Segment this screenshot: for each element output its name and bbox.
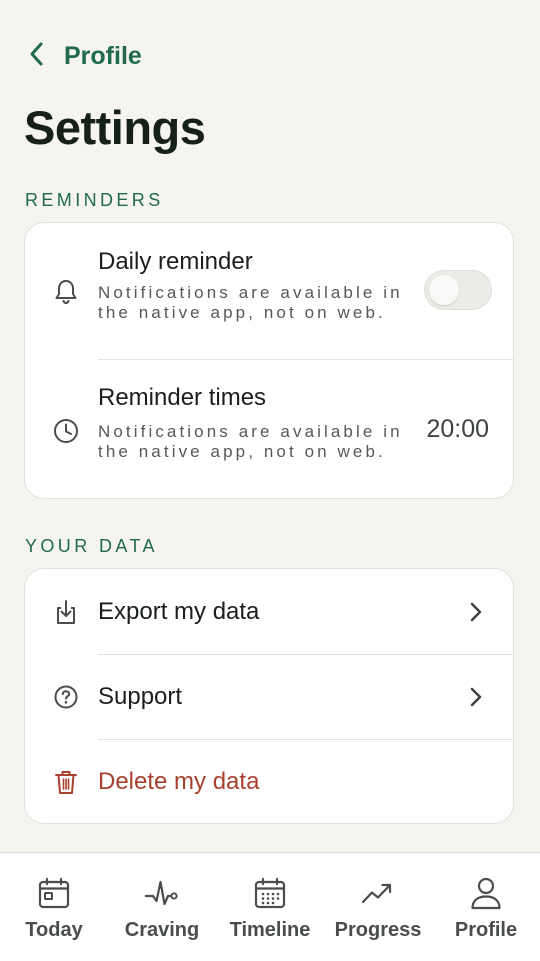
section-label-your-data: YOUR DATA	[25, 536, 158, 556]
reminder-time-value[interactable]: 20:00	[426, 415, 489, 444]
reminder-times-subtitle: Notifications are available in the nativ…	[98, 422, 403, 461]
tab-label: Progress	[334, 919, 422, 941]
tab-label: Today	[25, 919, 83, 941]
section-label-reminders: REMINDERS	[25, 190, 164, 210]
bottom-tab-bar: Today Craving Timeline Progress Profile	[0, 852, 540, 961]
daily-reminder-subtitle: Notifications are available in the nativ…	[98, 283, 403, 322]
clock-icon	[51, 416, 81, 446]
chevron-left-icon	[26, 40, 48, 73]
reminders-card: Daily reminder Notifications are availab…	[24, 222, 514, 499]
activity-pulse-icon	[144, 875, 180, 911]
trending-up-icon	[360, 875, 396, 911]
back-label: Profile	[64, 41, 142, 70]
tab-today[interactable]: Today	[0, 853, 108, 961]
support-label: Support	[98, 683, 183, 710]
calendar-today-icon	[36, 875, 72, 911]
reminder-times-row[interactable]: Reminder times Notifications are availab…	[25, 360, 513, 498]
tab-label: Timeline	[229, 919, 311, 941]
tab-profile[interactable]: Profile	[432, 853, 540, 961]
delete-data-label: Delete my data	[98, 768, 260, 795]
tab-timeline[interactable]: Timeline	[216, 853, 324, 961]
trash-icon	[51, 767, 81, 797]
delete-data-row[interactable]: Delete my data	[25, 740, 513, 823]
daily-reminder-toggle[interactable]	[424, 270, 492, 310]
help-circle-icon	[51, 682, 81, 712]
download-icon	[51, 597, 81, 627]
tab-progress[interactable]: Progress	[324, 853, 432, 961]
tab-label: Craving	[124, 919, 200, 941]
support-row[interactable]: Support	[25, 655, 513, 740]
reminder-times-title: Reminder times	[98, 384, 267, 411]
back-button[interactable]: Profile	[26, 38, 142, 74]
data-card: Export my data Support Delete my data	[24, 568, 514, 824]
chevron-right-icon	[465, 598, 487, 626]
page-title: Settings	[24, 101, 206, 154]
export-data-row[interactable]: Export my data	[25, 569, 513, 654]
calendar-grid-icon	[252, 875, 288, 911]
tab-label: Profile	[454, 919, 518, 941]
tab-craving[interactable]: Craving	[108, 853, 216, 961]
user-icon	[468, 875, 504, 911]
daily-reminder-row: Daily reminder Notifications are availab…	[25, 223, 513, 360]
export-data-label: Export my data	[98, 598, 260, 625]
chevron-right-icon	[465, 683, 487, 711]
bell-icon	[51, 277, 81, 307]
daily-reminder-title: Daily reminder	[98, 248, 253, 275]
toggle-knob	[429, 275, 459, 305]
